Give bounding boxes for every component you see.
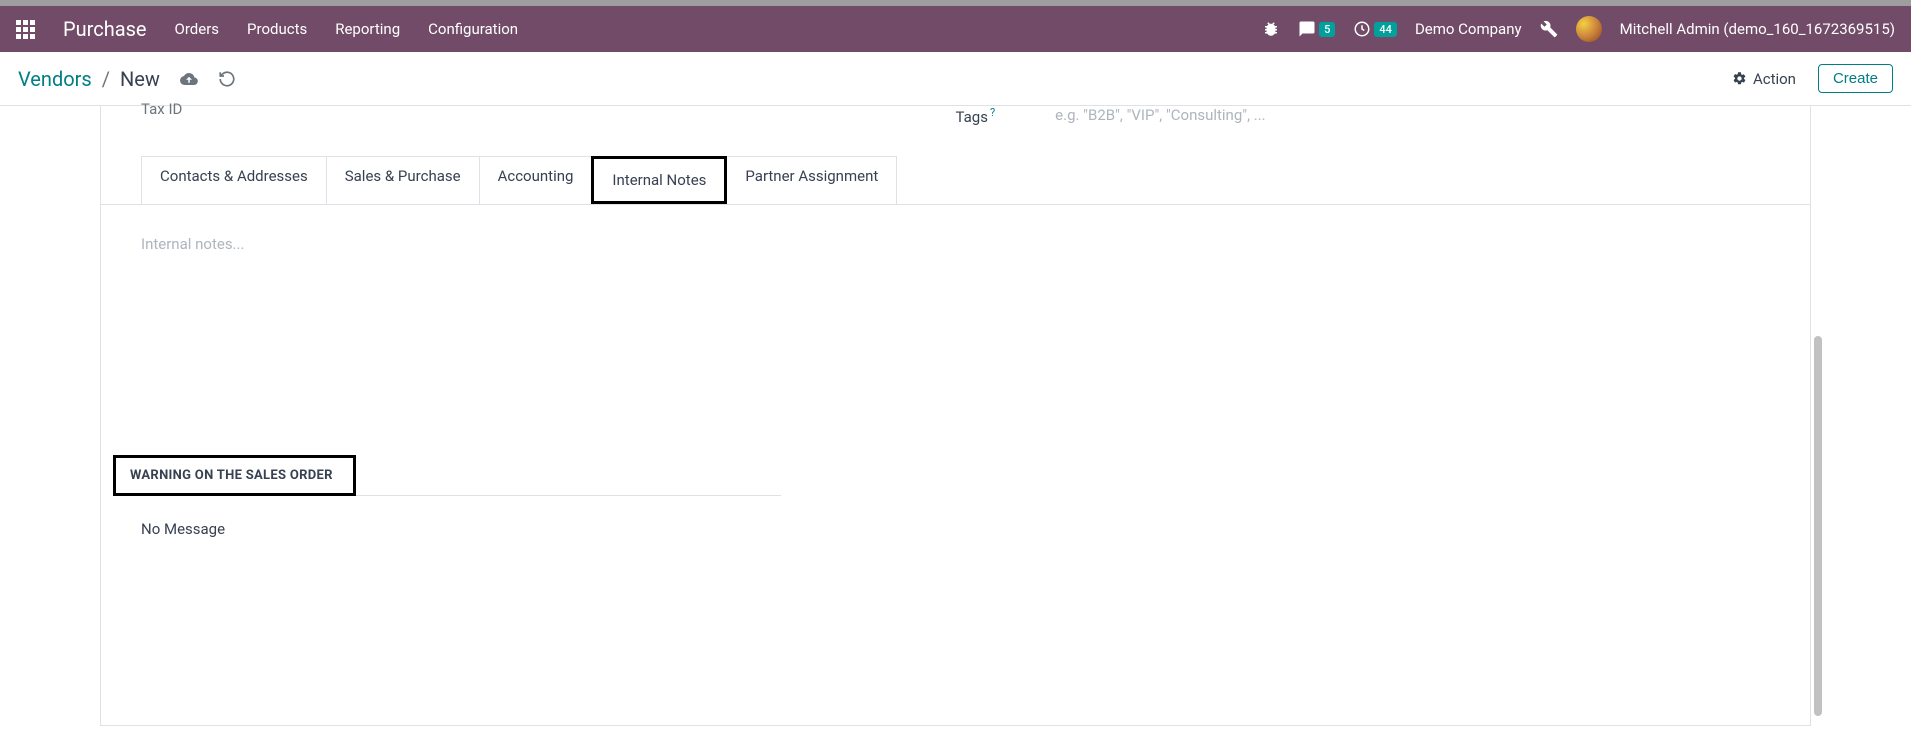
- app-name[interactable]: Purchase: [63, 17, 147, 41]
- tab-contacts-addresses[interactable]: Contacts & Addresses: [141, 156, 327, 204]
- tax-id-label: Tax ID: [141, 100, 956, 120]
- form-sheet: Tax ID Tags? e.g. "B2B", "VIP", "Consult…: [100, 106, 1811, 726]
- main-navbar: Purchase Orders Products Reporting Confi…: [0, 6, 1911, 52]
- menu-products[interactable]: Products: [247, 20, 307, 38]
- help-icon[interactable]: ?: [990, 106, 995, 119]
- tools-icon[interactable]: [1540, 20, 1558, 38]
- tab-sales-purchase[interactable]: Sales & Purchase: [326, 156, 480, 204]
- action-menu[interactable]: Action: [1732, 70, 1796, 88]
- user-menu[interactable]: Mitchell Admin (demo_160_1672369515): [1620, 20, 1895, 38]
- warning-value[interactable]: No Message: [101, 496, 1810, 562]
- save-cloud-icon[interactable]: [180, 70, 198, 88]
- menu-orders[interactable]: Orders: [175, 20, 220, 38]
- internal-notes-input[interactable]: Internal notes...: [141, 235, 1770, 435]
- discard-icon[interactable]: [218, 70, 236, 88]
- menu-configuration[interactable]: Configuration: [428, 20, 518, 38]
- breadcrumb: Vendors / New: [18, 67, 236, 91]
- messages-icon[interactable]: 5: [1298, 20, 1335, 38]
- activities-badge: 44: [1374, 22, 1397, 37]
- messages-badge: 5: [1319, 22, 1335, 37]
- tab-accounting[interactable]: Accounting: [479, 156, 593, 204]
- scrollbar-thumb[interactable]: [1814, 336, 1822, 716]
- tags-input[interactable]: e.g. "B2B", "VIP", "Consulting", ...: [1055, 106, 1265, 124]
- apps-icon[interactable]: [16, 20, 35, 39]
- menu-reporting[interactable]: Reporting: [335, 20, 400, 38]
- activities-icon[interactable]: 44: [1353, 20, 1397, 38]
- avatar[interactable]: [1576, 16, 1602, 42]
- notebook-tabs: Contacts & Addresses Sales & Purchase Ac…: [101, 156, 1810, 205]
- tab-partner-assignment[interactable]: Partner Assignment: [726, 156, 897, 204]
- create-button[interactable]: Create: [1818, 64, 1893, 93]
- breadcrumb-current: New: [120, 67, 160, 91]
- tags-label: Tags?: [956, 106, 996, 126]
- bug-icon[interactable]: [1262, 20, 1280, 38]
- company-switcher[interactable]: Demo Company: [1415, 20, 1522, 38]
- control-bar: Vendors / New Action Create: [0, 52, 1911, 106]
- tab-internal-notes[interactable]: Internal Notes: [591, 156, 727, 204]
- breadcrumb-root[interactable]: Vendors: [18, 67, 92, 91]
- warning-section-title: WARNING ON THE SALES ORDER: [113, 455, 356, 496]
